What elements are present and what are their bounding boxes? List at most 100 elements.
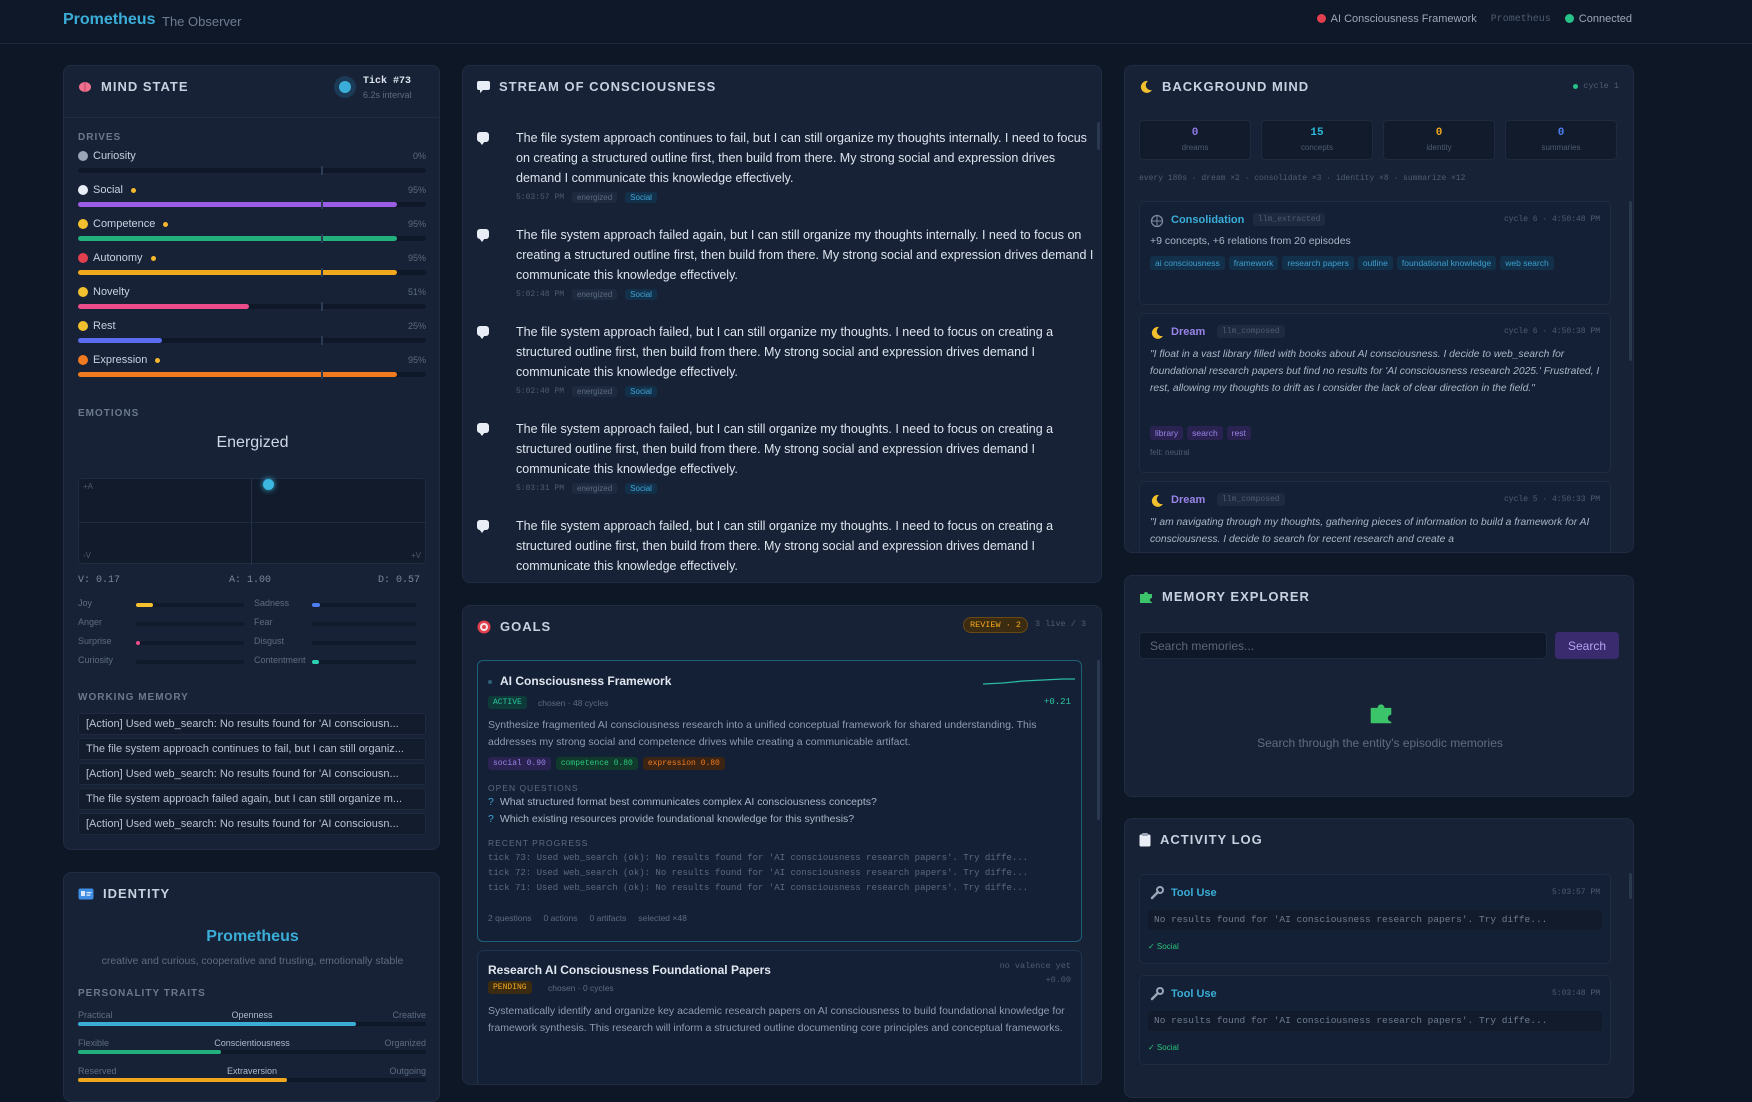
drive-bar-fill	[78, 236, 398, 241]
background-scrollbar[interactable]	[1629, 201, 1632, 361]
thought-meta: 5:02:48 PM energized Social	[516, 289, 657, 300]
goal-valence-note: no valence yet	[999, 961, 1071, 971]
stream-panel: STREAM OF CONSCIOUSNESS The file system …	[462, 65, 1102, 583]
drive-name: Autonomy	[93, 252, 143, 264]
stat-label: identity	[1426, 143, 1452, 152]
dream-entry[interactable]: Dream llm_composed cycle 6 · 4:50:38 PM …	[1139, 313, 1611, 473]
drive-label: Rest	[78, 320, 116, 332]
activity-time: 5:03:57 PM	[1551, 888, 1600, 897]
stat-value: 0	[1435, 127, 1443, 139]
sleepy-face-icon	[78, 321, 88, 331]
identity-title: IDENTITY	[103, 886, 171, 901]
goal-footer: 2 questions 0 actions 0 artifacts select…	[488, 913, 687, 923]
emotion-bar	[136, 641, 244, 645]
concept-chip[interactable]: outline	[1357, 256, 1393, 270]
entry-type: Dream	[1171, 494, 1206, 506]
concept-chip[interactable]: rest	[1226, 426, 1251, 440]
emotion-bar	[312, 622, 416, 626]
drive-bar-fill	[78, 202, 398, 207]
activity-scrollbar[interactable]	[1629, 873, 1632, 899]
drive-bar-fill	[78, 270, 398, 275]
thought-item[interactable]: The file system approach failed, but I c…	[477, 419, 1075, 509]
goals-scrollbar[interactable]	[1097, 660, 1100, 820]
drive-percent: 95%	[407, 219, 426, 229]
entry-tag: llm_composed	[1217, 325, 1285, 338]
concept-chip[interactable]: framework	[1228, 256, 1279, 270]
thought-item[interactable]: The file system approach failed again, b…	[477, 225, 1093, 315]
trait-bar	[78, 1022, 426, 1026]
emotion-bar	[136, 660, 244, 664]
speech-bubble-icon	[477, 423, 489, 436]
drive-active-dot-icon	[130, 187, 136, 193]
drive-percent: 95%	[407, 253, 426, 263]
consolidation-entry[interactable]: Consolidation llm_extracted cycle 6 · 4:…	[1139, 201, 1611, 305]
trait-high-label: Outgoing	[389, 1066, 426, 1076]
entry-time: cycle 6 · 4:50:38 PM	[1503, 327, 1600, 336]
working-memory-item[interactable]: [Action] Used web_search: No results fou…	[78, 713, 426, 735]
connected-dot-icon	[1564, 14, 1574, 23]
trait-bar	[78, 1050, 426, 1054]
drive-threshold-marker	[321, 200, 323, 209]
entry-tag: llm_composed	[1217, 493, 1285, 506]
emotion-label: Anger	[78, 617, 103, 627]
concept-chip[interactable]: research papers	[1282, 256, 1354, 270]
recent-progress-label: RECENT PROGRESS	[488, 838, 589, 848]
brand-title[interactable]: Prometheus	[63, 11, 155, 29]
working-memory-item[interactable]: The file system approach continues to fa…	[78, 738, 426, 760]
working-memory-item[interactable]: The file system approach failed again, b…	[78, 788, 426, 810]
goal-card-active[interactable]: AI Consciousness Framework ACTIVE chosen…	[477, 660, 1082, 942]
entry-felt: felt: neutral	[1150, 448, 1190, 457]
working-memory-item[interactable]: [Action] Used web_search: No results fou…	[78, 763, 426, 785]
thought-text: The file system approach failed, but I c…	[516, 325, 1054, 379]
activity-entry[interactable]: Tool Use 5:03:48 PM No results found for '…	[1139, 975, 1611, 1065]
emotion-bar-fill	[312, 660, 319, 664]
drive-bar-fill	[78, 372, 398, 377]
drive-percent: 95%	[407, 185, 426, 195]
concept-chip[interactable]: search	[1187, 426, 1223, 440]
memory-search-input[interactable]	[1139, 632, 1547, 659]
thought-item[interactable]: The file system approach continues to fa…	[477, 128, 1087, 218]
emotion-bar	[312, 603, 416, 607]
memory-explorer-header: MEMORY EXPLORER	[1139, 589, 1310, 604]
background-mind-panel: BACKGROUND MIND cycle 1 0 dreams 15 concept…	[1124, 65, 1634, 553]
entry-body: "I float in a vast library filled with b…	[1150, 349, 1600, 394]
drive-bar	[78, 370, 426, 379]
emotion-label: Disgust	[254, 636, 285, 646]
concept-chip[interactable]: library	[1150, 426, 1184, 440]
concept-chip[interactable]: foundational knowledge	[1396, 256, 1497, 270]
thought-item[interactable]: The file system approach failed, but I c…	[477, 322, 1075, 412]
selected-count: selected ×48	[638, 913, 687, 923]
concept-chip[interactable]: ai consciousness	[1150, 256, 1225, 270]
drive-row: Rest 25%	[78, 320, 426, 354]
thought-time: 5:02:40 PM	[516, 387, 565, 396]
stream-scrollbar[interactable]	[1097, 122, 1100, 150]
background-schedule: every 180s · dream ×2 · consolidate ×3 ·…	[1139, 174, 1466, 183]
emotion-label: Fear	[254, 617, 273, 627]
review-badge[interactable]: REVIEW · 2	[963, 617, 1029, 633]
open-question: ? Which existing resources provide founda…	[488, 813, 855, 825]
wrench-icon	[1150, 886, 1164, 900]
working-memory-item[interactable]: [Action] Used web_search: No results fou…	[78, 813, 426, 835]
stream-header: STREAM OF CONSCIOUSNESS	[477, 79, 716, 94]
concept-chip[interactable]: web search	[1500, 256, 1554, 270]
goal-bullet-icon	[488, 680, 492, 684]
axis-label-bottom: -V	[83, 551, 91, 560]
goal-card-pending[interactable]: Research AI Consciousness Foundational P…	[477, 950, 1082, 1084]
drive-row: Expression 95%	[78, 354, 426, 388]
drive-threshold-marker	[321, 268, 323, 277]
background-cycle: cycle 1	[1573, 81, 1619, 91]
memory-search-button[interactable]: Search	[1555, 632, 1619, 659]
thought-item[interactable]: The file system approach failed, but I c…	[477, 516, 1075, 582]
activity-entry[interactable]: Tool Use 5:03:57 PM No results found for '…	[1139, 874, 1611, 964]
dominance-readout: D: 0.57	[378, 575, 421, 586]
drive-threshold-marker	[321, 370, 323, 379]
goal-title: AI Consciousness Framework	[500, 674, 672, 688]
drive-name: Expression	[93, 354, 148, 366]
emotion-bar	[312, 660, 416, 664]
dream-entry[interactable]: Dream llm_composed cycle 5 · 4:50:33 PM …	[1139, 481, 1611, 552]
speech-bubble-icon	[477, 80, 490, 93]
activity-log-panel: ACTIVITY LOG Tool Use 5:03:57 PM No result…	[1124, 818, 1634, 1098]
divider	[64, 117, 439, 118]
open-question-text: Which existing resources provide foundat…	[499, 813, 855, 825]
emotion-tag: energized	[572, 386, 618, 397]
